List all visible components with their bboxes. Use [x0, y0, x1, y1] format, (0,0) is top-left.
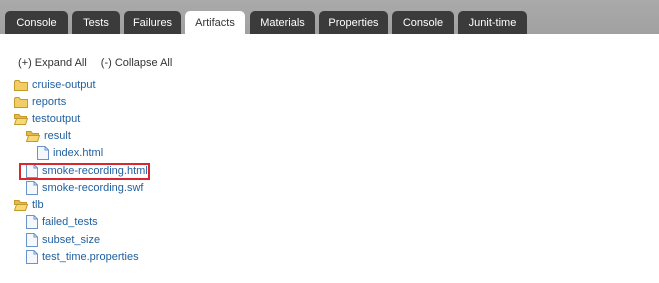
file-icon: [26, 250, 38, 264]
highlight-box: [19, 163, 150, 180]
tree-node-smoke-recording-swf[interactable]: smoke-recording.swf: [26, 180, 143, 196]
tree-node-label: testoutput: [32, 113, 81, 125]
tab-artifacts[interactable]: Artifacts: [185, 11, 245, 36]
folder-open-icon: [14, 200, 28, 211]
collapse-all-link[interactable]: (-) Collapse All: [101, 57, 173, 69]
folder-open-icon: [26, 131, 40, 142]
folder-open-icon: [14, 114, 28, 125]
tree-node-tlb[interactable]: tlb: [14, 197, 44, 213]
tree-node-label: result: [44, 130, 71, 142]
tree-node-cruise-output[interactable]: cruise-output: [14, 77, 96, 93]
tree-node-label: index.html: [53, 147, 104, 159]
file-icon: [26, 215, 38, 229]
tree-toolbar: (+) Expand All (-) Collapse All: [18, 57, 172, 69]
tab-bar: Console Tests Failures Artifacts Materia…: [0, 0, 659, 36]
tree-node-label: cruise-output: [32, 79, 96, 91]
expand-all-link[interactable]: (+) Expand All: [18, 57, 87, 69]
tab-failures[interactable]: Failures: [124, 11, 181, 36]
tree-node-reports[interactable]: reports: [14, 94, 66, 110]
tree-node-label: reports: [32, 96, 67, 108]
tab-materials[interactable]: Materials: [250, 11, 315, 36]
tree-node-label: test_time.properties: [42, 251, 139, 263]
file-icon: [26, 181, 38, 195]
tree-node-result[interactable]: result: [26, 128, 71, 144]
tree-node-label: smoke-recording.swf: [42, 182, 144, 194]
tab-tests[interactable]: Tests: [72, 11, 120, 36]
tab-console[interactable]: Console: [5, 11, 68, 36]
tab-console-2[interactable]: Console: [392, 11, 454, 36]
file-icon: [26, 233, 38, 247]
tree-node-failed-tests[interactable]: failed_tests: [26, 214, 98, 230]
tree-node-testoutput[interactable]: testoutput: [14, 111, 80, 127]
folder-icon: [14, 97, 28, 108]
tab-properties[interactable]: Properties: [319, 11, 388, 36]
tree-node-index-html[interactable]: index.html: [37, 145, 103, 161]
tree-node-label: subset_size: [42, 234, 101, 246]
tree-node-label: failed_tests: [42, 216, 98, 228]
tree-node-label: tlb: [32, 199, 44, 211]
file-icon: [37, 146, 49, 160]
tab-junit-time[interactable]: Junit-time: [458, 11, 527, 36]
tree-node-subset-size[interactable]: subset_size: [26, 232, 100, 248]
folder-icon: [14, 80, 28, 91]
tab-bar-divider: [0, 34, 659, 36]
tree-node-test-time-properties[interactable]: test_time.properties: [26, 249, 139, 265]
